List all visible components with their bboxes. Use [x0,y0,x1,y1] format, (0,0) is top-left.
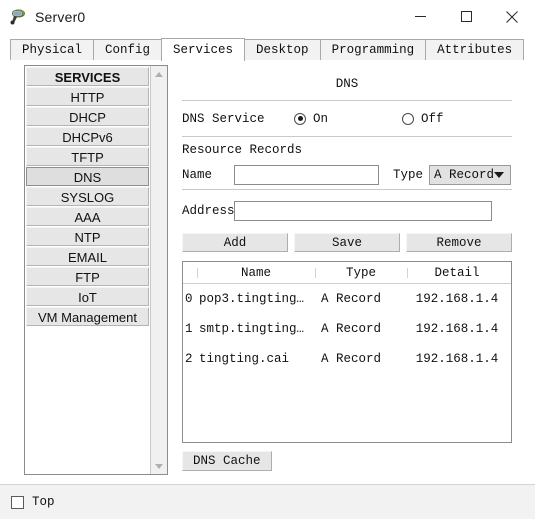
sidebar-scrollbar[interactable] [150,66,167,474]
column-header-name[interactable]: Name [197,266,315,280]
address-label: Address [182,204,235,218]
sidebar-item-syslog[interactable]: SYSLOG [26,187,149,206]
radio-off-icon [402,112,415,125]
cell-detail: 192.168.1.4 [415,352,499,366]
dns-service-off-radio[interactable]: Off [402,112,444,126]
cell-detail: 192.168.1.4 [415,292,499,306]
window-controls [397,0,535,33]
cell-name: smtp.tingting… [199,322,305,336]
record-type-value: A Record [434,168,495,182]
table-row[interactable]: 1 smtp.tingting… A Record 192.168.1.4 [183,314,511,344]
sidebar-item-dns[interactable]: DNS [26,167,149,186]
minimize-icon[interactable] [397,0,443,33]
add-button[interactable]: Add [182,233,288,252]
divider-name [182,189,512,190]
dns-cache-row: DNS Cache [182,451,512,471]
sidebar-item-ntp[interactable]: NTP [26,227,149,246]
sidebar-item-iot[interactable]: IoT [26,287,149,306]
sidebar-item-aaa[interactable]: AAA [26,207,149,226]
dns-service-on-label: On [313,111,329,126]
cell-name: pop3.tingting… [199,292,305,306]
table-header-row: Name Type Detail [183,262,511,284]
dns-service-off-label: Off [421,111,444,126]
cell-index: 2 [185,352,193,366]
services-sidebar: SERVICES HTTP DHCP DHCPv6 TFTP DNS SYSLO… [24,65,168,475]
tab-desktop[interactable]: Desktop [244,39,321,60]
tab-physical[interactable]: Physical [10,39,95,60]
sidebar-item-email[interactable]: EMAIL [26,247,149,266]
record-address-row: Address [182,197,512,225]
table-row[interactable]: 2 tingting.cai A Record 192.168.1.4 [183,344,511,374]
scroll-down-arrow-icon[interactable] [151,458,167,474]
dns-service-label: DNS Service [182,111,265,126]
sidebar-item-tftp[interactable]: TFTP [26,147,149,166]
top-checkbox[interactable] [11,495,24,509]
name-label: Name [182,168,213,182]
scroll-up-arrow-icon[interactable] [151,66,167,82]
cell-type: A Record [321,322,382,336]
sidebar-item-vm-management[interactable]: VM Management [26,307,149,326]
address-input[interactable] [234,201,492,221]
cell-name: tingting.cai [199,352,290,366]
save-button[interactable]: Save [294,233,400,252]
name-input[interactable] [234,165,379,185]
top-checkbox-label: Top [32,495,55,509]
cell-type: A Record [321,352,382,366]
chevron-down-icon [494,172,505,178]
table-row[interactable]: 0 pop3.tingting… A Record 192.168.1.4 [183,284,511,314]
server0-window: Server0 Physical Config Services Desktop… [0,0,535,519]
column-header-detail[interactable]: Detail [407,266,507,280]
sidebar-header: SERVICES [26,67,149,86]
dns-records-table: Name Type Detail 0 pop3.tingting… A Reco… [182,261,512,443]
close-icon[interactable] [489,0,535,33]
server-device-icon [9,8,27,26]
title-bar: Server0 [0,0,535,33]
resource-records-label: Resource Records [182,143,303,157]
sidebar-item-http[interactable]: HTTP [26,87,149,106]
cell-type: A Record [321,292,382,306]
panel-title: DNS [335,77,359,91]
services-list: SERVICES HTTP DHCP DHCPv6 TFTP DNS SYSLO… [25,66,150,474]
cell-index: 1 [185,322,193,336]
record-type-select[interactable]: A Record [429,165,512,185]
tab-services[interactable]: Services [161,38,246,61]
sidebar-item-dhcp[interactable]: DHCP [26,107,149,126]
tab-attributes[interactable]: Attributes [425,39,525,60]
dns-cache-button[interactable]: DNS Cache [182,451,272,471]
tab-config[interactable]: Config [93,39,163,60]
column-header-type[interactable]: Type [315,266,407,280]
window-title: Server0 [35,8,86,25]
sidebar-item-dhcpv6[interactable]: DHCPv6 [26,127,149,146]
dns-service-row: DNS Service On Off [182,101,512,136]
dns-service-on-radio[interactable]: On [294,112,328,126]
sidebar-item-ftp[interactable]: FTP [26,267,149,286]
dns-panel: DNS DNS Service On Off Resource Records … [182,65,512,471]
tab-programming[interactable]: Programming [319,39,427,60]
type-label: Type [393,168,424,182]
footer-bar: Top [0,484,535,519]
services-content: SERVICES HTTP DHCP DHCPv6 TFTP DNS SYSLO… [10,60,521,481]
record-name-row: Name Type A Record [182,161,512,189]
radio-on-icon [294,112,306,125]
maximize-icon[interactable] [443,0,489,33]
record-buttons: Add Save Remove [182,233,512,252]
cell-index: 0 [185,292,193,306]
remove-button[interactable]: Remove [406,233,512,252]
tab-bar: Physical Config Services Desktop Program… [0,38,535,61]
cell-detail: 192.168.1.4 [415,322,499,336]
